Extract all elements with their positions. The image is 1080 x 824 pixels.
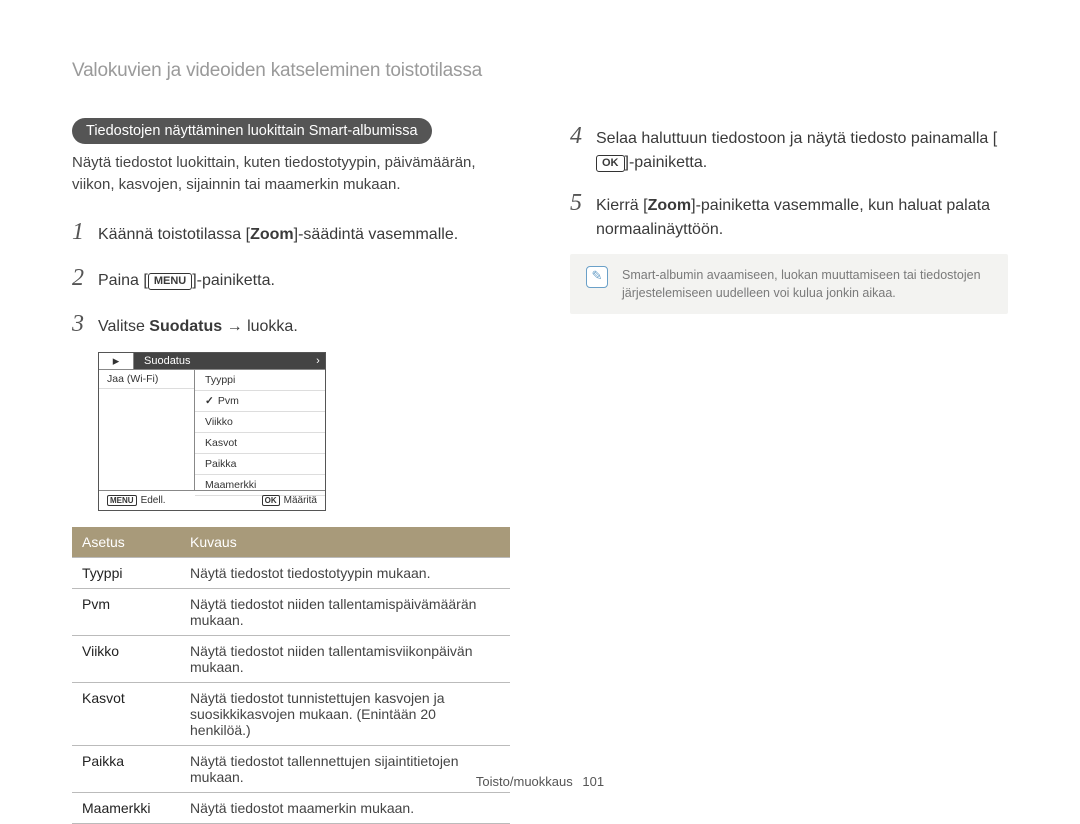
menu-key-icon: MENU xyxy=(148,273,192,290)
step-text: ]-painiketta. xyxy=(625,154,708,171)
screenshot-right-item: Tyyppi xyxy=(195,370,325,391)
chevron-right-icon: › xyxy=(311,353,325,369)
step-2: 2 Paina [MENU]-painiketta. xyxy=(72,260,510,296)
step-text: ]-painiketta. xyxy=(192,272,275,289)
left-column: Tiedostojen näyttäminen luokittain Smart… xyxy=(72,118,510,824)
table-row: TyyppiNäytä tiedostot tiedostotyypin muk… xyxy=(72,558,510,589)
table-row: MaamerkkiNäytä tiedostot maamerkin mukaa… xyxy=(72,793,510,824)
step-number: 1 xyxy=(72,214,98,250)
table-cell: Kasvot xyxy=(72,683,180,746)
steps-list-right: 4 Selaa haluttuun tiedostoon ja näytä ti… xyxy=(570,118,1008,242)
step-3: 3 Valitse Suodatus → luokka. xyxy=(72,306,510,342)
step-1: 1 Käännä toistotilassa [Zoom]-säädintä v… xyxy=(72,214,510,250)
footer-page-number: 101 xyxy=(582,774,604,789)
page-title: Valokuvien ja videoiden katseleminen toi… xyxy=(72,60,1008,82)
screenshot-right-item: Kasvot xyxy=(195,433,325,454)
step-text: Käännä toistotilassa [ xyxy=(98,226,250,243)
table-cell: Näytä tiedostot tunnistettujen kasvojen … xyxy=(180,683,510,746)
step-number: 3 xyxy=(72,306,98,342)
table-cell: Näytä tiedostot niiden tallentamispäiväm… xyxy=(180,589,510,636)
table-row: PvmNäytä tiedostot niiden tallentamispäi… xyxy=(72,589,510,636)
steps-list-left: 1 Käännä toistotilassa [Zoom]-säädintä v… xyxy=(72,214,510,342)
right-column: 4 Selaa haluttuun tiedostoon ja näytä ti… xyxy=(570,118,1008,824)
screenshot-left-pane: Jaa (Wi-Fi) xyxy=(99,370,195,490)
screenshot-title: Suodatus xyxy=(134,353,311,369)
footer-section: Toisto/muokkaus xyxy=(476,774,573,789)
play-mode-icon: ▸ xyxy=(99,353,134,369)
table-header: Kuvaus xyxy=(180,527,510,558)
step-text: Valitse xyxy=(98,318,149,335)
section-heading: Tiedostojen näyttäminen luokittain Smart… xyxy=(72,118,432,144)
screenshot-footer-right-label: Määritä xyxy=(284,495,317,506)
info-icon: ✎ xyxy=(586,266,608,288)
step-number: 5 xyxy=(570,185,596,221)
screenshot-right-item: Paikka xyxy=(195,454,325,475)
step-text: ]-säädintä vasemmalle. xyxy=(294,226,459,243)
table-row: KasvotNäytä tiedostot tunnistettujen kas… xyxy=(72,683,510,746)
table-cell: Näytä tiedostot tiedostotyypin mukaan. xyxy=(180,558,510,589)
step-text: → luokka. xyxy=(222,318,298,335)
ok-key-icon: OK xyxy=(596,155,625,172)
screenshot-left-item: Jaa (Wi-Fi) xyxy=(99,370,194,389)
table-cell: Näytä tiedostot niiden tallentamisviikon… xyxy=(180,636,510,683)
screenshot-footer-left-label: Edell. xyxy=(141,495,166,506)
table-cell: Maamerkki xyxy=(72,793,180,824)
screenshot-right-pane: Tyyppi Pvm Viikko Kasvot Paikka Maamerkk… xyxy=(195,370,325,490)
menu-key-icon: MENU xyxy=(107,495,137,507)
ok-key-icon: OK xyxy=(262,495,280,507)
screenshot-right-item-selected: Pvm xyxy=(195,391,325,412)
table-cell: Tyyppi xyxy=(72,558,180,589)
step-text: Kierrä [ xyxy=(596,197,648,214)
info-note: ✎ Smart-albumin avaamiseen, luokan muutt… xyxy=(570,254,1008,314)
camera-ui-screenshot: ▸ Suodatus › Jaa (Wi-Fi) Tyyppi Pvm Viik… xyxy=(98,352,326,512)
step-text: Paina [ xyxy=(98,272,148,289)
screenshot-right-item: Viikko xyxy=(195,412,325,433)
page-footer: Toisto/muokkaus 101 xyxy=(0,774,1080,789)
screenshot-right-item: Maamerkki xyxy=(195,475,325,496)
step-bold: Suodatus xyxy=(149,318,222,335)
step-5: 5 Kierrä [Zoom]-painiketta vasemmalle, k… xyxy=(570,185,1008,242)
step-4: 4 Selaa haluttuun tiedostoon ja näytä ti… xyxy=(570,118,1008,175)
step-number: 4 xyxy=(570,118,596,154)
screenshot-footer-right: OK Määritä xyxy=(262,495,317,507)
table-cell: Pvm xyxy=(72,589,180,636)
table-header: Asetus xyxy=(72,527,180,558)
table-cell: Viikko xyxy=(72,636,180,683)
step-number: 2 xyxy=(72,260,98,296)
step-text: Selaa haluttuun tiedostoon ja näytä tied… xyxy=(596,130,997,147)
note-text: Smart-albumin avaamiseen, luokan muuttam… xyxy=(622,266,992,302)
step-bold: Zoom xyxy=(250,226,294,243)
step-bold: Zoom xyxy=(648,197,692,214)
screenshot-footer-left: MENU Edell. xyxy=(107,495,166,507)
table-cell: Näytä tiedostot maamerkin mukaan. xyxy=(180,793,510,824)
intro-text: Näytä tiedostot luokittain, kuten tiedos… xyxy=(72,152,510,196)
table-row: ViikkoNäytä tiedostot niiden tallentamis… xyxy=(72,636,510,683)
